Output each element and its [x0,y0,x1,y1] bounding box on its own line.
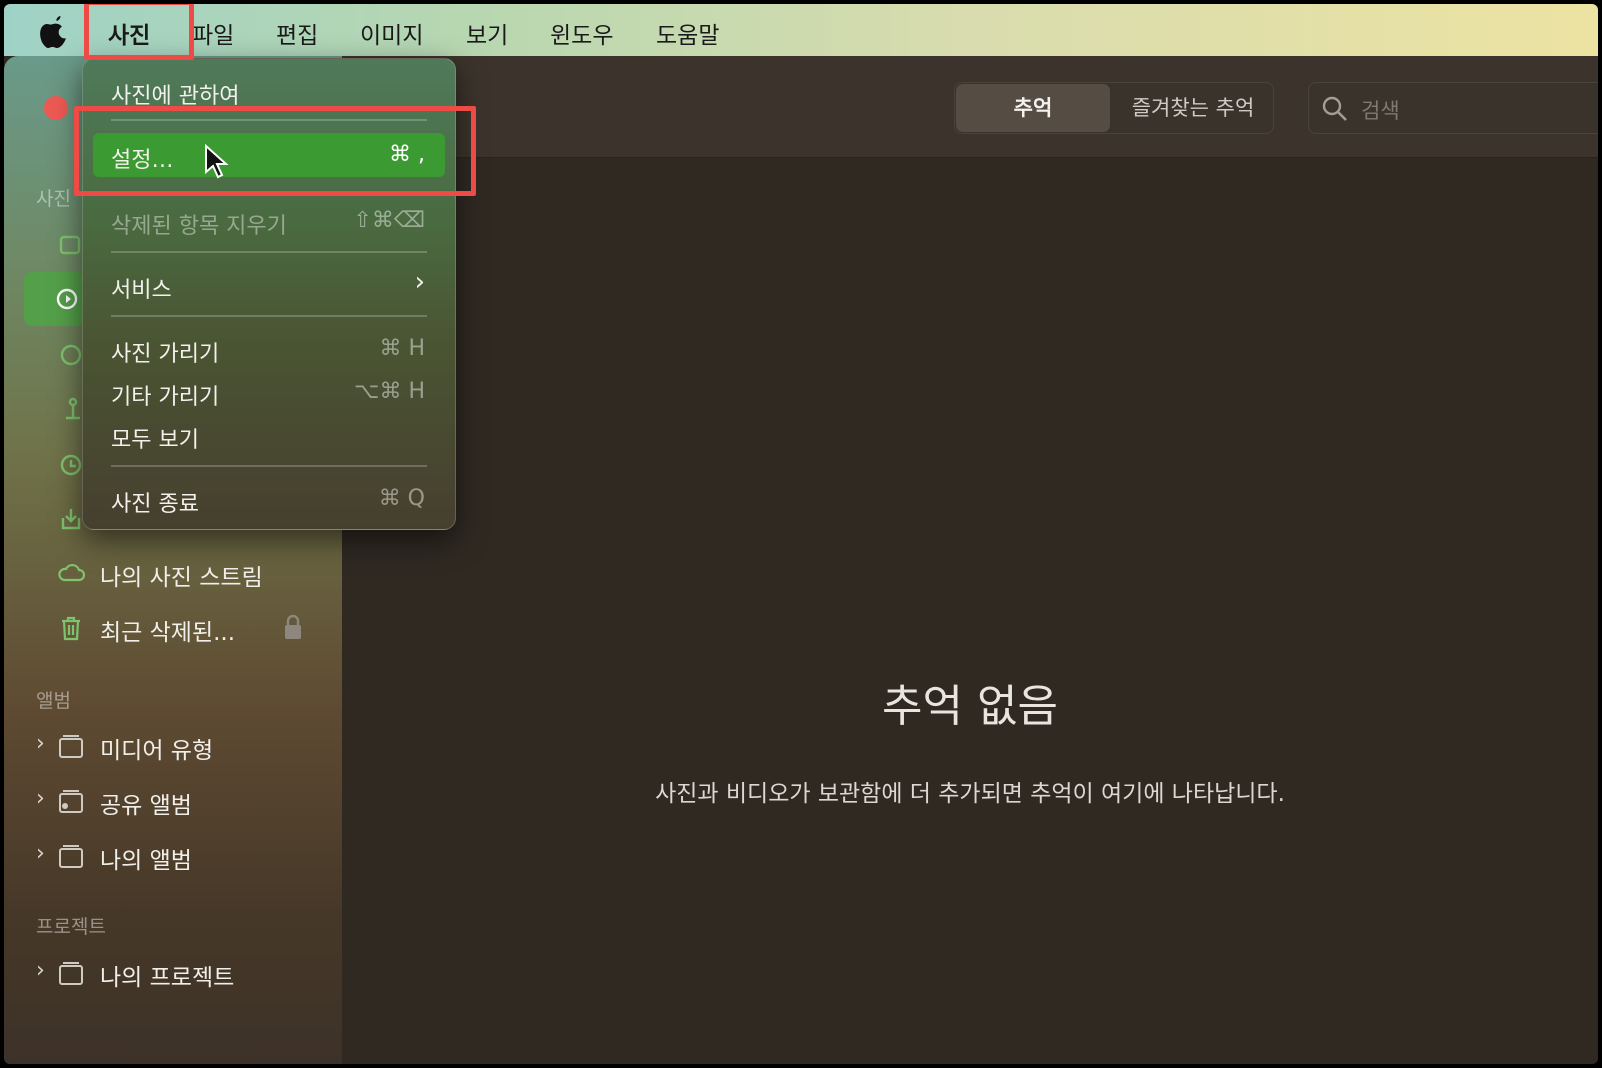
menu-item-about[interactable]: 사진에 관하여 [93,71,445,111]
menu-item-label: 모두 보기 [111,428,199,453]
menu-bar: 사진 파일 편집 이미지 보기 윈도우 도움말 [4,4,1598,56]
search-field[interactable]: 검색 [1308,82,1598,134]
app-window: 사진 파일 편집 이미지 보기 윈도우 도움말 사진 나의 사진 스트림 최근 … [4,4,1598,1064]
sidebar-item-recently-deleted[interactable]: 최근 삭제된... [24,601,324,653]
chevron-right-icon[interactable]: › [36,841,45,866]
sidebar-item-media-types[interactable]: › 미디어 유형 [24,719,324,771]
menu-image[interactable]: 이미지 [360,16,423,50]
tab-favorite-memories[interactable]: 즐겨찾는 추억 [1115,84,1271,132]
sidebar-item-my-projects[interactable]: › 나의 프로젝트 [24,946,324,998]
search-placeholder: 검색 [1361,99,1400,123]
recents-icon[interactable] [58,452,84,478]
menu-separator [111,251,427,253]
sidebar-item-my-albums[interactable]: › 나의 앨범 [24,829,324,881]
memories-segmented-control: 추억 즐겨찾는 추억 [954,82,1274,134]
main-content: 추억 즐겨찾는 추억 검색 추억 없음 사진과 비디오가 보관함에 더 추가되면… [342,56,1598,1064]
sidebar-item-memories-selected[interactable] [24,272,84,326]
people-icon[interactable] [58,342,84,368]
submenu-arrow-icon: › [414,267,425,297]
menu-edit[interactable]: 편집 [276,16,318,50]
lock-icon [285,614,301,639]
sidebar-item-photo-stream[interactable]: 나의 사진 스트림 [24,546,324,598]
folder-icon [59,962,83,985]
menu-file[interactable]: 파일 [192,16,234,50]
menu-item-quit[interactable]: 사진 종료 ⌘ Q [93,479,445,519]
sidebar-header-photos: 사진 [36,188,71,210]
menu-item-shortcut: ⇧⌘⌫ [353,208,425,233]
menu-item-label: 사진 종료 [111,492,199,517]
chevron-right-icon[interactable]: › [36,958,45,983]
sidebar-item-label: 나의 프로젝트 [100,965,235,991]
sidebar-item-label: 미디어 유형 [100,738,214,764]
sidebar-item-label: 공유 앨범 [100,793,192,819]
sidebar-item-label: 최근 삭제된... [100,620,236,646]
menu-item-services[interactable]: 서비스 › [93,265,445,305]
menu-item-label: 삭제된 항목 지우기 [111,214,287,239]
folder-icon [59,735,83,758]
menu-item-shortcut: ⌘ Q [378,486,425,511]
chevron-right-icon[interactable]: › [36,731,45,756]
shared-album-icon [59,790,83,813]
apple-logo-icon[interactable] [40,14,70,48]
sidebar-header-albums: 앨범 [36,690,71,712]
close-window-button[interactable] [44,96,68,120]
menu-item-hide-photos[interactable]: 사진 가리기 ⌘ H [93,329,445,369]
imports-icon[interactable] [58,506,84,532]
places-icon[interactable] [58,396,84,422]
cloud-icon [58,563,86,582]
chevron-right-icon[interactable]: › [36,786,45,811]
empty-state-title: 추억 없음 [882,681,1058,732]
annotation-highlight-menu [84,4,194,60]
menu-item-label: 사진 가리기 [111,342,220,367]
toolbar: 추억 즐겨찾는 추억 검색 [342,56,1598,158]
menu-item-empty-deleted: 삭제된 항목 지우기 ⇧⌘⌫ [93,201,445,241]
empty-state-subtitle: 사진과 비디오가 보관함에 더 추가되면 추억이 여기에 나타납니다. [655,781,1285,807]
sidebar-header-projects: 프로젝트 [36,916,106,938]
menu-window[interactable]: 윈도우 [550,16,613,50]
menu-item-show-all[interactable]: 모두 보기 [93,415,445,455]
menu-item-hide-others[interactable]: 기타 가리기 ⌥⌘ H [93,372,445,412]
menu-item-shortcut: ⌘ H [379,336,425,361]
sidebar-item-label: 나의 앨범 [100,848,192,874]
menu-item-label: 기타 가리기 [111,385,220,410]
annotation-highlight-settings [74,106,476,196]
trash-icon [62,616,80,641]
folder-icon [59,845,83,868]
menu-item-shortcut: ⌥⌘ H [354,379,425,404]
memories-icon [56,288,78,310]
sidebar-item-label: 나의 사진 스트림 [100,565,263,591]
menu-item-label: 서비스 [111,278,172,303]
menu-help[interactable]: 도움말 [656,16,719,50]
menu-separator [111,465,427,467]
mouse-pointer-icon [205,144,229,179]
menu-separator [111,315,427,317]
search-icon [1322,96,1347,121]
library-icon[interactable] [58,232,84,258]
sidebar-item-shared-albums[interactable]: › 공유 앨범 [24,774,324,826]
tab-memories[interactable]: 추억 [956,84,1110,132]
menu-view[interactable]: 보기 [466,16,508,50]
